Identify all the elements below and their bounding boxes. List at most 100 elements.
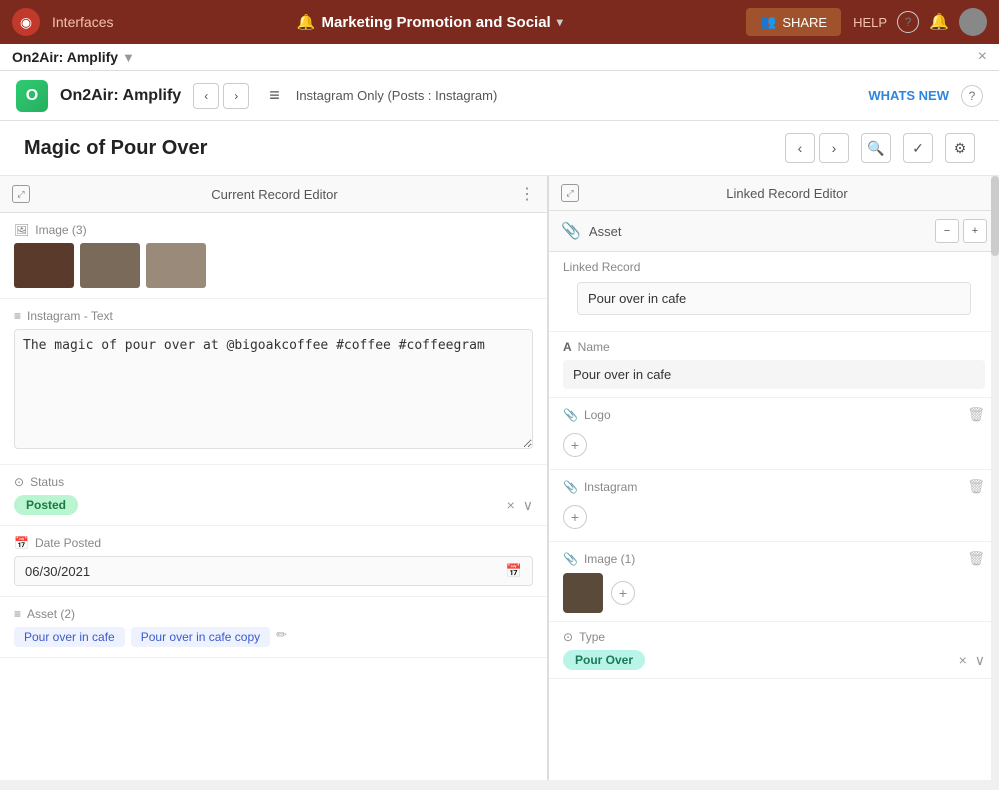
sub-bar-title[interactable]: On2Air: Amplify: [12, 49, 118, 65]
rp-type-field-section: ⊙ Type Pour Over × ∨: [549, 622, 999, 679]
asset-next-arrow[interactable]: +: [963, 219, 987, 243]
date-picker-icon[interactable]: 📅: [506, 563, 522, 579]
asset-nav-arrows: − +: [935, 219, 987, 243]
rp-image-add-button[interactable]: +: [611, 581, 635, 605]
pour-over-tag[interactable]: Pour Over: [563, 650, 645, 670]
rp-logo-add-button[interactable]: +: [563, 433, 587, 457]
page-main-title: 🔔 Marketing Promotion and Social ▾: [125, 13, 734, 31]
right-panel: ⤢ Linked Record Editor 📎 Asset − + Linke…: [549, 176, 999, 780]
rp-instagram-icon: 📎: [563, 480, 578, 494]
type-row: Pour Over × ∨: [563, 650, 985, 670]
share-icon: 👥: [760, 14, 776, 30]
app-next-arrow[interactable]: ›: [223, 83, 249, 109]
image-field-section: 🖼 Image (3): [0, 213, 547, 299]
asset-attachment-icon: 📎: [561, 221, 581, 241]
rp-instagram-trash-icon[interactable]: 🗑: [967, 478, 985, 495]
instagram-text-label: ≡ Instagram - Text: [14, 309, 533, 323]
share-button[interactable]: 👥 SHARE: [746, 8, 841, 36]
linked-record-value[interactable]: Pour over in cafe: [577, 282, 971, 315]
rp-image-trash-icon[interactable]: 🗑: [967, 550, 985, 567]
status-row: Posted × ∨: [14, 495, 533, 515]
right-panel-title: Linked Record Editor: [587, 186, 987, 201]
image-field-label: 🖼 Image (3): [14, 223, 533, 237]
rp-logo-add-row: +: [563, 429, 985, 461]
image-thumbnails-row: [14, 243, 533, 288]
left-panel-menu-icon[interactable]: ⋮: [519, 184, 535, 204]
right-panel-header: ⤢ Linked Record Editor: [549, 176, 999, 211]
image-thumb-1[interactable]: [14, 243, 74, 288]
rp-logo-field-section: 📎 Logo 🗑 +: [549, 398, 999, 470]
type-expand-icon[interactable]: ∨: [975, 652, 985, 669]
user-avatar[interactable]: [959, 8, 987, 36]
status-badge[interactable]: Posted: [14, 495, 78, 515]
bell-icon: 🔔: [297, 13, 316, 31]
left-panel-expand-icon[interactable]: ⤢: [12, 185, 30, 203]
rp-logo-trash-icon[interactable]: 🗑: [967, 406, 985, 423]
app-nav-arrows: ‹ ›: [193, 83, 249, 109]
notification-bell-icon[interactable]: 🔔: [929, 12, 949, 32]
status-field-label: ⊙ Status: [14, 475, 533, 489]
title-chevron[interactable]: ▾: [557, 15, 563, 29]
app-name-label: On2Air: Amplify: [60, 87, 181, 105]
top-nav-right: HELP ? 🔔: [853, 8, 987, 36]
rp-name-label: A Name: [563, 340, 985, 354]
sub-bar-chevron-icon[interactable]: ▼: [122, 50, 135, 65]
rp-name-value: Pour over in cafe: [563, 360, 985, 389]
asset-sub-header: 📎 Asset − +: [549, 211, 999, 252]
linked-record-section: Linked Record Pour over in cafe: [549, 252, 999, 332]
app-help-icon[interactable]: ?: [961, 85, 983, 107]
page-nav-arrows: ‹ ›: [785, 133, 849, 163]
type-clear-icon[interactable]: ×: [959, 652, 967, 669]
rp-image-row: +: [563, 573, 985, 613]
rp-image-thumb[interactable]: [563, 573, 603, 613]
asset-sub-title: Asset: [589, 224, 927, 239]
scroll-track: [991, 176, 999, 780]
rp-type-icon: ⊙: [563, 630, 573, 644]
hamburger-icon[interactable]: ≡: [269, 85, 280, 106]
calendar-icon: 📅: [14, 536, 29, 550]
app-path-label: Instagram Only (Posts : Instagram): [296, 88, 498, 103]
rp-instagram-add-button[interactable]: +: [563, 505, 587, 529]
app-header: O On2Air: Amplify ‹ › ≡ Instagram Only (…: [0, 71, 999, 121]
asset-tag-1[interactable]: Pour over in cafe: [14, 627, 125, 647]
asset-edit-icon[interactable]: ✏: [276, 627, 287, 647]
rp-type-label: ⊙ Type: [563, 630, 985, 644]
page-check-button[interactable]: ✓: [903, 133, 933, 163]
right-panel-expand-icon[interactable]: ⤢: [561, 184, 579, 202]
page-title: Magic of Pour Over: [24, 137, 773, 160]
date-posted-label: 📅 Date Posted: [14, 536, 533, 550]
on2air-logo: O: [16, 80, 48, 112]
image-thumb-2[interactable]: [80, 243, 140, 288]
interfaces-link[interactable]: Interfaces: [52, 14, 113, 30]
rp-name-icon: A: [563, 340, 572, 354]
rp-instagram-label: 📎 Instagram 🗑: [563, 478, 985, 495]
instagram-text-icon: ≡: [14, 309, 21, 323]
asset-prev-arrow[interactable]: −: [935, 219, 959, 243]
app-prev-arrow[interactable]: ‹: [193, 83, 219, 109]
rp-image-icon: 📎: [563, 552, 578, 566]
help-question-icon[interactable]: ?: [897, 11, 919, 33]
sub-bar-close-icon[interactable]: ×: [978, 48, 987, 66]
rp-image-label: 📎 Image (1) 🗑: [563, 550, 985, 567]
status-expand-icon[interactable]: ∨: [523, 497, 533, 514]
image-thumb-3[interactable]: [146, 243, 206, 288]
rp-logo-icon: 📎: [563, 408, 578, 422]
status-clear-icon[interactable]: ×: [507, 497, 515, 514]
help-label[interactable]: HELP: [853, 15, 887, 30]
left-panel: ⤢ Current Record Editor ⋮ 🖼 Image (3) ≡ …: [0, 176, 548, 780]
type-actions: × ∨: [959, 652, 985, 669]
whats-new-link[interactable]: WHATS NEW: [868, 88, 949, 103]
linked-record-label: Linked Record: [563, 260, 985, 274]
asset-field-label: ≡ Asset (2): [14, 607, 533, 621]
date-posted-input[interactable]: 06/30/2021 📅: [14, 556, 533, 586]
scroll-thumb[interactable]: [991, 176, 999, 256]
rp-instagram-add-row: +: [563, 501, 985, 533]
instagram-text-input[interactable]: The magic of pour over at @bigoakcoffee …: [14, 329, 533, 449]
page-settings-button[interactable]: ⚙: [945, 133, 975, 163]
page-next-arrow[interactable]: ›: [819, 133, 849, 163]
app-logo-icon[interactable]: ◉: [12, 8, 40, 36]
asset-list-icon: ≡: [14, 607, 21, 621]
page-prev-arrow[interactable]: ‹: [785, 133, 815, 163]
asset-tag-2[interactable]: Pour over in cafe copy: [131, 627, 270, 647]
page-search-button[interactable]: 🔍: [861, 133, 891, 163]
